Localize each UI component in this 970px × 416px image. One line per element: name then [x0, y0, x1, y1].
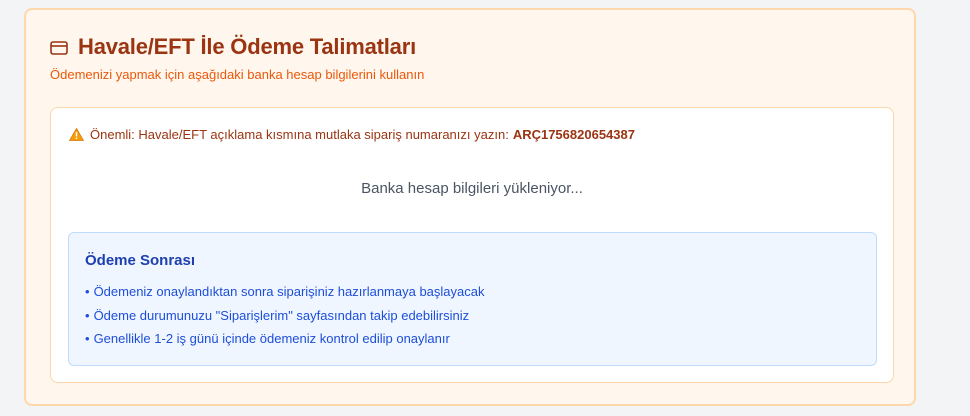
bank-info-panel: Önemli: Havale/EFT açıklama kısmına mutl… [50, 107, 894, 383]
bullet: • [85, 307, 90, 323]
list-item-text: Ödeme durumunuzu "Siparişlerim" sayfasın… [93, 307, 470, 323]
after-payment-list: • Ödemeniz onaylandıktan sonra siparişini… [85, 283, 485, 354]
bullet: • [85, 331, 90, 346]
card-header: Havale/EFT İle Ödeme Talimatları [50, 34, 416, 60]
order-number: ARÇ1756820654387 [512, 127, 635, 142]
after-payment-box: Ödeme Sonrası • Ödemeniz onaylandıktan so… [68, 232, 877, 366]
list-item-text: Genellikle 1-2 iş günü içinde ödemeniz k… [93, 331, 450, 346]
page-title: Havale/EFT İle Ödeme Talimatları [78, 34, 416, 59]
bullet: • [85, 284, 90, 299]
list-item-text: Ödemeniz onaylandıktan sonra siparişiniz… [93, 284, 485, 299]
notice-text: Önemli: Havale/EFT açıklama kısmına mutl… [90, 127, 509, 142]
after-payment-title: Ödeme Sonrası [85, 252, 196, 269]
list-item: • Ödemeniz onaylandıktan sonra siparişini… [85, 283, 485, 307]
loading-message: Banka hesap bilgileri yükleniyor... [361, 180, 583, 197]
important-notice: Önemli: Havale/EFT açıklama kısmına mutl… [68, 127, 635, 142]
warning-icon [68, 127, 85, 141]
credit-card-icon [50, 41, 68, 55]
page-subtitle: Ödemenizi yapmak için aşağıdaki banka he… [50, 67, 425, 82]
payment-instructions-card: Havale/EFT İle Ödeme Talimatları Ödemeni… [24, 8, 916, 406]
list-item: • Ödeme durumunuzu "Siparişlerim" sayfası… [85, 307, 485, 331]
list-item: • Genellikle 1-2 iş günü içinde ödemeniz … [85, 330, 485, 354]
